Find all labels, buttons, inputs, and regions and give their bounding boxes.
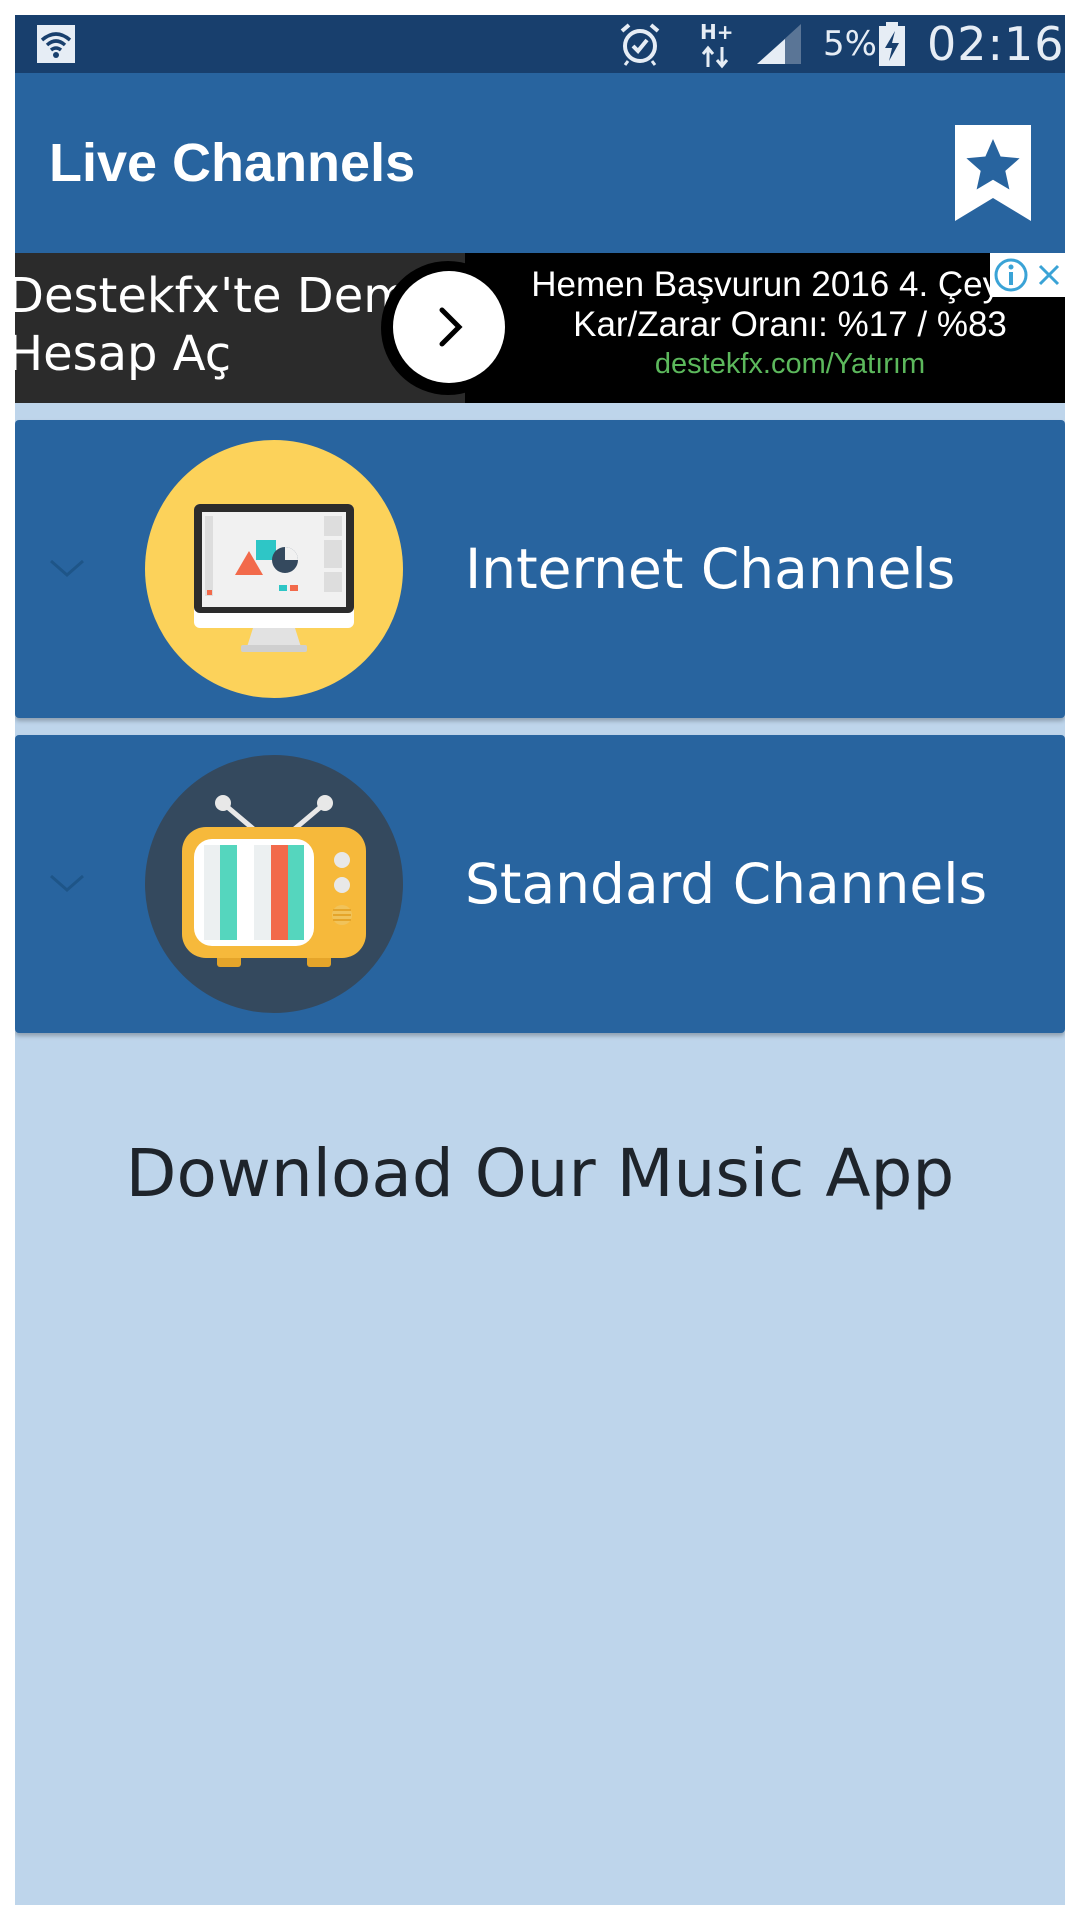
ad-url[interactable]: destekfx.com/Yatırım bbox=[515, 345, 1065, 383]
standard-channels-card[interactable]: Standard Channels bbox=[15, 735, 1065, 1033]
computer-monitor-icon bbox=[145, 440, 403, 698]
bookmark-star-icon[interactable] bbox=[953, 123, 1033, 223]
internet-channels-card[interactable]: Internet Channels bbox=[15, 420, 1065, 718]
data-arrows-icon: H+ bbox=[698, 15, 738, 73]
download-music-app-link[interactable]: Download Our Music App bbox=[15, 1135, 1065, 1212]
ad-choices[interactable] bbox=[990, 253, 1065, 297]
ad-banner[interactable]: Destekfx'te Demo Hesap Aç Hemen Başvurun… bbox=[15, 253, 1065, 403]
battery-charging-icon bbox=[877, 15, 907, 73]
app-screen: H+ 5% 02:16 Live Channels Destekfx'te De… bbox=[15, 15, 1065, 1905]
internet-channels-label: Internet Channels bbox=[465, 537, 956, 601]
chevron-right-icon bbox=[439, 307, 463, 347]
info-icon[interactable] bbox=[993, 257, 1029, 293]
ad-body[interactable]: Hemen Başvurun 2016 4. Çeyrek Kar/Zarar … bbox=[515, 265, 1065, 383]
app-bar: Live Channels bbox=[15, 73, 1065, 253]
alarm-icon bbox=[617, 15, 663, 73]
wifi-icon bbox=[37, 15, 75, 73]
chevron-down-icon[interactable] bbox=[47, 868, 87, 902]
ad-open-button[interactable] bbox=[393, 271, 505, 383]
chevron-down-icon[interactable] bbox=[47, 553, 87, 587]
close-icon[interactable] bbox=[1036, 262, 1062, 288]
battery-percent: 5% bbox=[823, 24, 877, 64]
ad-body-line2: Kar/Zarar Oranı: %17 / %83 bbox=[573, 305, 1007, 344]
clock-time: 02:16 bbox=[927, 17, 1065, 71]
ad-body-line1: Hemen Başvurun 2016 4. Çeyrek bbox=[531, 265, 1049, 304]
status-bar: H+ 5% 02:16 bbox=[15, 15, 1065, 73]
signal-icon bbox=[755, 15, 803, 73]
network-type-label: H+ bbox=[700, 20, 734, 44]
retro-tv-icon bbox=[145, 755, 403, 1013]
standard-channels-label: Standard Channels bbox=[465, 852, 988, 916]
page-title: Live Channels bbox=[49, 133, 416, 193]
